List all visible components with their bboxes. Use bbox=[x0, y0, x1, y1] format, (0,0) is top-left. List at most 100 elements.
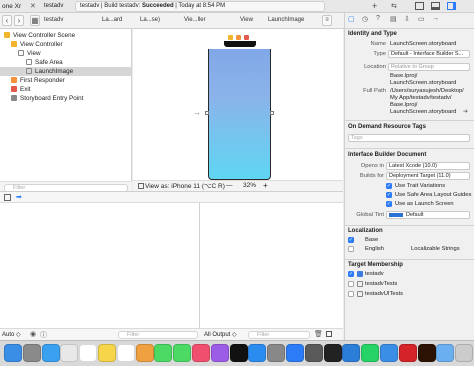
split-view-icon[interactable] bbox=[326, 331, 332, 337]
music-icon[interactable] bbox=[192, 344, 210, 362]
debug-toggle-icon[interactable] bbox=[431, 2, 440, 10]
tags-input[interactable]: Tags bbox=[348, 134, 470, 142]
grid-icon[interactable]: ▦ bbox=[30, 15, 40, 26]
file-inspector-tab-icon[interactable]: ▢ bbox=[348, 15, 355, 23]
entry-point-icon bbox=[11, 95, 17, 102]
terminal-icon[interactable] bbox=[323, 344, 342, 362]
breadcrumb-3[interactable]: Vie...ller bbox=[184, 15, 206, 26]
resize-handle-right[interactable] bbox=[270, 111, 274, 115]
name-value: LaunchScreen.storyboard bbox=[390, 41, 457, 47]
full-path-line1: /Users/suryasujesh/Desktop/ bbox=[390, 88, 464, 94]
scheme-selector[interactable]: testadv bbox=[44, 3, 63, 9]
breadcrumb-0[interactable]: testadv bbox=[44, 15, 63, 26]
first-responder-icon bbox=[11, 77, 17, 84]
breadcrumb-2[interactable]: La...se) bbox=[140, 15, 160, 26]
folder-icon[interactable] bbox=[436, 344, 455, 362]
connections-tab-icon[interactable]: → bbox=[432, 15, 439, 22]
zoom-out-button[interactable]: — bbox=[226, 182, 233, 189]
calendar-icon[interactable] bbox=[79, 344, 98, 362]
identity-tab-icon[interactable]: ▤ bbox=[390, 15, 397, 23]
podcasts-icon[interactable] bbox=[210, 344, 229, 362]
attributes-tab-icon[interactable]: ⇩ bbox=[404, 15, 410, 23]
outline-item[interactable]: View Controller Scene bbox=[0, 31, 132, 40]
launch-screen-preview[interactable] bbox=[208, 40, 271, 180]
location-select[interactable]: Relative to Group bbox=[388, 63, 470, 71]
library-plus-icon[interactable]: + bbox=[372, 1, 377, 11]
acrobat-icon[interactable] bbox=[398, 344, 417, 362]
illustrator-icon[interactable] bbox=[417, 344, 436, 362]
simulator-icon[interactable] bbox=[304, 344, 323, 362]
english-localization-type[interactable]: Localizable Strings bbox=[411, 246, 460, 252]
breadcrumb-1[interactable]: La...ard bbox=[102, 15, 122, 26]
builds-for-select[interactable]: Deployment Target (11.0) bbox=[386, 172, 470, 180]
trash-icon[interactable]: 🗑 bbox=[314, 330, 323, 338]
stop-icon[interactable]: ✕ bbox=[30, 2, 36, 10]
outline-filter-bar: Filter bbox=[0, 181, 132, 192]
apple-tv-icon[interactable] bbox=[229, 344, 248, 362]
breakpoint-icon[interactable]: ➡ bbox=[16, 193, 22, 201]
system-preferences-icon[interactable] bbox=[267, 344, 286, 362]
chrome-icon[interactable] bbox=[60, 344, 79, 362]
related-items-icon[interactable]: ≡ bbox=[322, 15, 332, 26]
navigator-toggle-icon[interactable] bbox=[415, 2, 424, 10]
notes-icon[interactable] bbox=[98, 344, 116, 362]
target-checkbox-uitests[interactable] bbox=[348, 291, 354, 297]
variables-filter-input[interactable]: Filter bbox=[118, 331, 198, 339]
launchpad-icon[interactable] bbox=[22, 344, 41, 362]
outline-item[interactable]: Storyboard Entry Point bbox=[0, 94, 132, 103]
scheme-device[interactable]: one Xr bbox=[2, 3, 21, 10]
photos-icon[interactable] bbox=[135, 344, 154, 362]
console-filter-input[interactable]: Filter bbox=[248, 331, 310, 339]
console-output-select[interactable]: All Output ◇ bbox=[204, 331, 237, 338]
resize-handle-left[interactable] bbox=[205, 111, 209, 115]
outline-item[interactable]: View Controller bbox=[0, 40, 132, 49]
safe-area-checkbox[interactable]: ✓ bbox=[386, 192, 392, 198]
tint-swatch bbox=[389, 212, 403, 217]
back-arrow-icon[interactable]: ‹ bbox=[2, 15, 12, 26]
exit-icon bbox=[11, 86, 17, 93]
variables-scope-select[interactable]: Auto ◇ bbox=[2, 331, 21, 338]
trait-variations-label: Use Trait Variations bbox=[395, 183, 446, 189]
outline-item[interactable]: View bbox=[0, 49, 132, 58]
outline-item[interactable]: Safe Area bbox=[0, 58, 132, 67]
outline-toggle-icon[interactable] bbox=[138, 183, 144, 189]
vscode-icon[interactable] bbox=[342, 344, 361, 362]
size-tab-icon[interactable]: ▭ bbox=[418, 15, 425, 23]
code-review-icon[interactable]: ⇆ bbox=[391, 2, 397, 10]
messages-icon[interactable] bbox=[154, 344, 173, 362]
reminders-icon[interactable] bbox=[116, 344, 135, 362]
history-tab-icon[interactable]: ◷ bbox=[362, 15, 368, 23]
canvas-bottom-bar: View as: iPhone 11 (⌥C R) — 32% + bbox=[133, 180, 343, 191]
english-localization-checkbox[interactable] bbox=[348, 246, 354, 252]
info-icon[interactable]: ⓘ bbox=[40, 330, 47, 340]
forward-arrow-icon[interactable]: › bbox=[14, 15, 24, 26]
safari-icon[interactable] bbox=[41, 344, 60, 362]
facetime-icon[interactable] bbox=[173, 344, 192, 362]
breadcrumb-4[interactable]: View bbox=[240, 15, 253, 26]
base-localization-checkbox[interactable]: ✓ bbox=[348, 237, 354, 243]
zoom-in-button[interactable]: + bbox=[263, 181, 268, 190]
trash-icon[interactable] bbox=[455, 344, 474, 362]
launch-screen-checkbox[interactable]: ✓ bbox=[386, 201, 392, 207]
outline-item[interactable]: Exit bbox=[0, 85, 132, 94]
inspector-toggle-icon[interactable] bbox=[447, 2, 456, 10]
reveal-in-finder-icon[interactable]: ➔ bbox=[463, 108, 468, 115]
app-store-icon[interactable] bbox=[248, 344, 267, 362]
finder-2-icon[interactable] bbox=[380, 344, 398, 362]
type-select[interactable]: Default - Interface Builder S... bbox=[388, 50, 470, 58]
help-tab-icon[interactable]: ? bbox=[376, 15, 380, 22]
trait-variations-checkbox[interactable]: ✓ bbox=[386, 183, 392, 189]
target-checkbox-testadv[interactable]: ✓ bbox=[348, 271, 354, 277]
opens-in-select[interactable]: Latest Xcode (10.0) bbox=[386, 162, 470, 170]
breadcrumb-5[interactable]: LaunchImage bbox=[268, 15, 304, 26]
global-tint-select[interactable]: Default bbox=[386, 211, 470, 219]
whatsapp-icon[interactable] bbox=[361, 344, 380, 362]
outline-item[interactable]: First Responder bbox=[0, 76, 132, 85]
target-checkbox-tests[interactable] bbox=[348, 281, 354, 287]
finder-icon[interactable] bbox=[4, 344, 22, 362]
view-as-label[interactable]: View as: iPhone 11 (⌥C R) bbox=[145, 182, 225, 190]
outline-item-selected[interactable]: LaunchImage bbox=[0, 67, 132, 76]
eye-icon[interactable]: ◉ bbox=[30, 330, 36, 338]
xcode-icon[interactable] bbox=[286, 344, 304, 362]
hide-debug-icon[interactable] bbox=[4, 194, 11, 201]
